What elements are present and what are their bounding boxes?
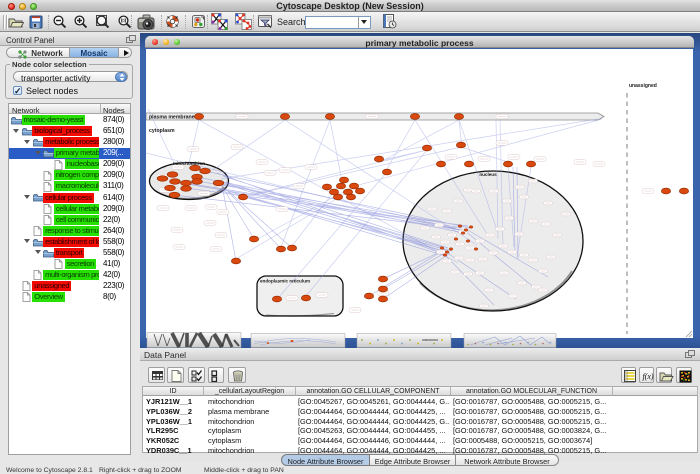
svg-text:endoplasmic reticulum: endoplasmic reticulum: [260, 279, 310, 284]
svg-text:mitochondrion: mitochondrion: [173, 161, 205, 166]
svg-text:f(x): f(x): [642, 372, 653, 381]
svg-text:cytoplasm: cytoplasm: [149, 128, 175, 134]
svg-text:nucleus: nucleus: [479, 172, 497, 177]
svg-text:plasma membrane: plasma membrane: [149, 115, 195, 121]
svg-text:unassigned: unassigned: [629, 83, 657, 89]
